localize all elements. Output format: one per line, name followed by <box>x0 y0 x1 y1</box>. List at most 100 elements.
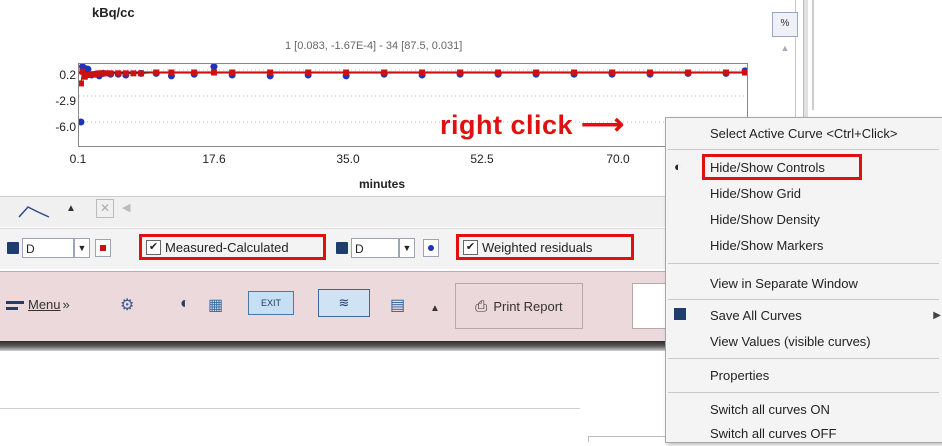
menu-item-label: Save All Curves <box>710 307 802 323</box>
menu-label: Menu <box>28 297 61 312</box>
measured-calculated-point[interactable] <box>210 69 217 76</box>
save-disk-icon[interactable] <box>7 242 19 254</box>
measured-calculated-point[interactable] <box>742 69 748 76</box>
report-layout-icon[interactable]: ≋ <box>318 289 370 317</box>
measured-calculated-point[interactable] <box>647 69 654 76</box>
y-axis-label: kBq/cc <box>92 5 135 20</box>
menu-item-switch-all-on[interactable]: Switch all curves ON <box>666 396 942 422</box>
menu-separator <box>668 149 939 150</box>
chevron-down-icon[interactable]: ▼ <box>399 238 415 258</box>
cursor-readout: 1 [0.083, -1.67E-4] - 34 [87.5, 0.031] <box>285 40 463 52</box>
y-tick-label: -6.0 <box>55 120 76 134</box>
measured-calculated-point[interactable] <box>685 69 692 76</box>
menu-item-properties[interactable]: Properties <box>666 362 942 388</box>
menu-item-label: Switch all curves ON <box>710 401 830 417</box>
expand-up-icon[interactable]: ▲ <box>430 303 440 314</box>
exit-icon[interactable]: EXIT <box>248 291 294 315</box>
plot-context-menu: Select Active Curve <Ctrl+Click> ◐ Hide/… <box>665 117 942 443</box>
circle-toggle-icon[interactable]: ◐ <box>180 295 190 313</box>
chevron-down-icon[interactable]: ▼ <box>74 238 90 258</box>
layout-grid-icon[interactable]: ▤ <box>390 295 405 315</box>
menu-button[interactable]: Menu » <box>18 297 70 312</box>
x-tick-label: 0.1 <box>69 152 87 166</box>
x-tick-label: 52.5 <box>470 152 494 166</box>
measured-calculated-point[interactable] <box>191 69 198 76</box>
measured-calculated-point[interactable] <box>267 69 274 76</box>
measured-calculated-point[interactable] <box>495 69 502 76</box>
measured-calculated-point[interactable] <box>533 69 540 76</box>
menu-item-hide-show-grid[interactable]: Hide/Show Grid <box>666 180 942 206</box>
contrast-icon: ◐ <box>674 159 682 174</box>
menu-item-hide-show-density[interactable]: Hide/Show Density <box>666 206 942 232</box>
plot-area[interactable] <box>77 63 749 147</box>
measured-calculated-point[interactable] <box>229 69 236 76</box>
curve-type-dropdown[interactable]: D <box>22 238 74 258</box>
highlight-box <box>702 154 862 180</box>
measured-calculated-point[interactable] <box>78 80 84 87</box>
menu-item-hide-show-markers[interactable]: Hide/Show Markers <box>666 232 942 258</box>
save-disk-icon[interactable] <box>336 242 348 254</box>
menu-item-label: Select Active Curve <Ctrl+Click> <box>710 125 898 141</box>
measured-calculated-point[interactable] <box>122 70 129 77</box>
menu-separator <box>668 263 939 264</box>
y-tick-label: -2.9 <box>55 94 76 108</box>
x-tick-label: 70.0 <box>606 152 630 166</box>
line-shape-icon[interactable] <box>18 201 50 219</box>
menu-item-label: Hide/Show Density <box>710 211 820 227</box>
calculator-icon[interactable]: ▦ <box>208 295 223 315</box>
measured-calculated-point[interactable] <box>457 69 464 76</box>
menu-separator <box>668 299 939 300</box>
print-report-button[interactable]: ⎙ Print Report <box>455 283 583 329</box>
weighted-residuals-checkbox[interactable]: ✔ <box>463 239 478 255</box>
measured-calculated-point[interactable] <box>419 69 426 76</box>
menu-separator <box>668 392 939 393</box>
menu-item-label: Hide/Show Markers <box>710 237 824 253</box>
measured-calculated-point[interactable] <box>343 69 350 76</box>
percent-button[interactable]: % <box>772 12 798 37</box>
measured-calculated-point[interactable] <box>138 70 145 77</box>
measured-calculated-point[interactable] <box>115 70 122 77</box>
measured-calculated-point[interactable] <box>107 70 114 77</box>
scroll-up-arrow-icon[interactable]: ▲ <box>776 43 794 55</box>
disk-icon <box>674 308 688 322</box>
expand-up-icon[interactable]: ▲ <box>66 203 76 214</box>
measured-calculated-toggle[interactable]: ✔ Measured-Calculated <box>139 234 326 260</box>
weighted-residuals-toggle[interactable]: ✔ Weighted residuals <box>456 234 634 260</box>
x-axis-label: minutes <box>358 177 406 191</box>
right-click-annotation: right click ⟶ <box>440 107 625 142</box>
measured-calculated-label: Measured-Calculated <box>165 239 289 255</box>
gear-toggle-icon[interactable]: ⚙ <box>120 295 134 315</box>
weighted-residual-point[interactable] <box>210 63 218 71</box>
measured-calculated-point[interactable] <box>723 69 730 76</box>
x-tick-label: 17.6 <box>202 152 226 166</box>
weighted-residuals-label: Weighted residuals <box>482 239 593 255</box>
menu-item-label: View Values (visible curves) <box>710 333 871 349</box>
measured-calculated-checkbox[interactable]: ✔ <box>146 239 161 255</box>
measured-calculated-point[interactable] <box>153 69 160 76</box>
y-tick-label: 0.2 <box>59 68 76 82</box>
menu-item-view-values[interactable]: View Values (visible curves) <box>666 328 942 354</box>
curve-type-dropdown[interactable]: D <box>351 238 399 258</box>
scroll-left-icon[interactable]: ◀ <box>122 201 130 214</box>
marker-dot-icon[interactable] <box>423 239 439 257</box>
menu-item-save-all-curves[interactable]: Save All Curves ▶ <box>666 302 942 328</box>
curve-chart <box>77 63 749 126</box>
lower-separator <box>0 408 580 409</box>
submenu-arrow-icon: ▶ <box>933 309 941 321</box>
menu-item-switch-all-off[interactable]: Switch all curves OFF <box>666 420 942 446</box>
measured-calculated-point[interactable] <box>168 69 175 76</box>
measured-calculated-point[interactable] <box>381 69 388 76</box>
exit-label: EXIT <box>260 298 281 308</box>
measured-calculated-point[interactable] <box>130 70 137 77</box>
menu-item-select-active-curve[interactable]: Select Active Curve <Ctrl+Click> <box>666 120 942 146</box>
weighted-residual-point[interactable] <box>77 118 85 126</box>
marker-square-icon[interactable] <box>95 239 111 257</box>
menu-item-label: Switch all curves OFF <box>710 425 837 441</box>
close-icon[interactable]: ✕ <box>96 199 114 218</box>
menu-item-view-separate-window[interactable]: View in Separate Window <box>666 270 942 296</box>
menu-item-label: Properties <box>710 367 770 383</box>
measured-calculated-point[interactable] <box>571 69 578 76</box>
menu-chevron-icon: » <box>62 297 70 312</box>
measured-calculated-point[interactable] <box>305 69 312 76</box>
measured-calculated-point[interactable] <box>609 69 616 76</box>
